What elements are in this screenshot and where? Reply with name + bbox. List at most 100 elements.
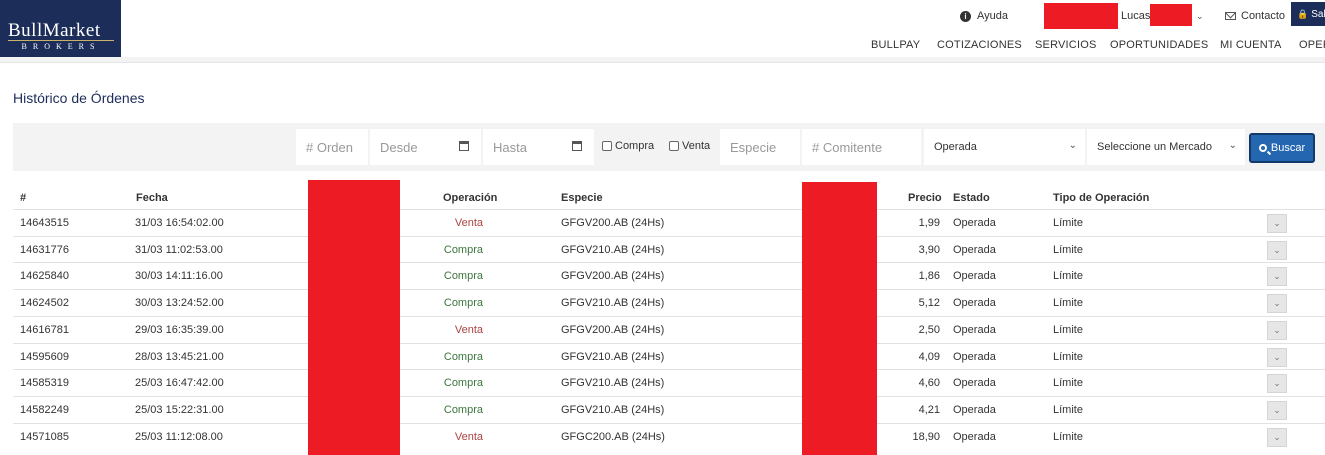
nav-bullpay[interactable]: BULLPAY: [871, 39, 920, 51]
brand-logo[interactable]: BullMarket BROKERS: [0, 0, 121, 57]
chevron-down-icon: ⌄: [1273, 298, 1281, 309]
cell-precio: 1,99: [918, 217, 940, 229]
cell-fecha: 31/03 11:02:53.00: [135, 243, 223, 256]
redacted-column: [308, 180, 400, 455]
desde-input[interactable]: Desde: [370, 129, 481, 165]
col-header-precio: Precio: [908, 192, 942, 204]
cell-especie: GFGV210.AB (24Hs): [561, 403, 665, 416]
comitente-placeholder: # Comitente: [812, 139, 883, 155]
cell-num: 14631776: [20, 243, 69, 256]
row-expand-button[interactable]: ⌄: [1267, 294, 1287, 314]
contact-link[interactable]: Contacto: [1225, 8, 1285, 24]
cell-tipo: Límite: [1053, 323, 1083, 336]
chevron-down-icon: ⌄: [1273, 324, 1281, 335]
chevron-down-icon: ⌄: [1273, 271, 1281, 282]
row-expand-button[interactable]: ⌄: [1267, 374, 1287, 394]
redacted-column: [802, 182, 877, 455]
mail-icon: [1225, 12, 1236, 20]
row-expand-button[interactable]: ⌄: [1267, 214, 1287, 233]
cell-operacion: Compra: [443, 270, 483, 283]
row-expand-button[interactable]: ⌄: [1267, 240, 1287, 260]
hasta-placeholder: Hasta: [493, 139, 527, 155]
nav-operar[interactable]: OPERAR: [1299, 39, 1325, 51]
nav-servicios[interactable]: SERVICIOS: [1035, 39, 1097, 51]
table-row[interactable]: 14582249 25/03 15:22:31.00 GFGV210.AB (24H…: [13, 395, 1325, 423]
cell-operacion: Compra: [443, 350, 483, 363]
nav-mi-cuenta[interactable]: MI CUENTA: [1220, 39, 1281, 51]
nav-oportunidades[interactable]: OPORTUNIDADES: [1110, 39, 1208, 51]
cell-tipo: Límite: [1053, 297, 1083, 310]
chevron-down-icon: ⌄: [1068, 140, 1077, 151]
cell-num: 14625840: [20, 270, 69, 283]
logout-button[interactable]: 🔒 Salir: [1291, 2, 1325, 26]
desde-placeholder: Desde: [380, 139, 418, 155]
table-row[interactable]: 14616781 29/03 16:35:39.00 GFGV200.AB (24H…: [13, 315, 1325, 343]
table-row[interactable]: 14624502 30/03 13:24:52.00 GFGV210.AB (24H…: [13, 289, 1325, 316]
venta-checkbox[interactable]: Venta: [669, 140, 710, 152]
orden-input[interactable]: # Orden: [296, 129, 368, 165]
col-header-tipo: Tipo de Operación: [1053, 192, 1150, 204]
checkbox-box[interactable]: [602, 141, 612, 151]
hasta-input[interactable]: Hasta: [483, 129, 594, 165]
table-row[interactable]: 14643515 31/03 16:54:02.00 GFGV200.AB (24H…: [13, 209, 1325, 236]
buscar-label: Buscar: [1270, 142, 1306, 154]
checkbox-box[interactable]: [669, 141, 679, 151]
cell-tipo: Límite: [1053, 403, 1083, 416]
cell-operacion: Venta: [454, 217, 483, 229]
calendar-icon[interactable]: [459, 141, 469, 151]
cell-operacion: Compra: [443, 403, 483, 416]
table-row[interactable]: 14595609 28/03 13:45:21.00 GFGV210.AB (24H…: [13, 342, 1325, 370]
cell-especie: GFGV200.AB (24Hs): [561, 217, 665, 229]
cell-estado: Operada: [953, 297, 996, 310]
contact-label: Contacto: [1241, 10, 1286, 22]
cell-estado: Operada: [953, 403, 996, 416]
user-menu[interactable]: Lucas: [1121, 8, 1150, 24]
orden-placeholder: # Orden: [306, 139, 353, 155]
cell-operacion: Venta: [454, 430, 483, 443]
cell-fecha: 25/03 16:47:42.00: [135, 377, 224, 390]
cell-estado: Operada: [953, 243, 996, 256]
nav-cotizaciones[interactable]: COTIZACIONES: [937, 39, 1022, 51]
logout-label: Salir: [1311, 8, 1325, 20]
chevron-down-icon: ⌄: [1273, 218, 1281, 228]
compra-checkbox[interactable]: Compra: [602, 140, 654, 152]
table-row[interactable]: 14625840 30/03 14:11:16.00 GFGV200.AB (24H…: [13, 262, 1325, 289]
estado-select[interactable]: Operada ⌄: [924, 129, 1085, 165]
cell-operacion: Compra: [443, 377, 483, 390]
cell-fecha: 28/03 13:45:21.00: [135, 350, 224, 363]
cell-especie: GFGV210.AB (24Hs): [561, 377, 665, 390]
cell-tipo: Límite: [1053, 350, 1083, 363]
cell-num: 14643515: [20, 217, 69, 229]
cell-especie: GFGV200.AB (24Hs): [561, 270, 665, 283]
cell-num: 14616781: [20, 323, 69, 336]
row-expand-button[interactable]: ⌄: [1267, 347, 1287, 367]
comitente-input[interactable]: # Comitente: [802, 129, 921, 165]
buscar-button[interactable]: Buscar: [1249, 133, 1315, 163]
table-row[interactable]: 14571085 25/03 11:12:08.00 GFGC200.AB (24H…: [13, 422, 1325, 450]
cell-precio: 5,12: [918, 297, 940, 310]
cell-fecha: 31/03 16:54:02.00: [135, 217, 224, 229]
row-expand-button[interactable]: ⌄: [1267, 320, 1287, 340]
chevron-down-icon: ⌄: [1273, 378, 1281, 389]
user-menu-toggle[interactable]: ⌄: [1196, 8, 1204, 24]
page-title: Histórico de Órdenes: [13, 90, 145, 106]
table-row[interactable]: 14631776 31/03 11:02:53.00 GFGV210.AB (24H…: [13, 235, 1325, 263]
cell-precio: 4,09: [918, 350, 940, 363]
help-link[interactable]: i Ayuda: [960, 8, 1008, 24]
row-expand-button[interactable]: ⌄: [1267, 427, 1287, 447]
mercado-select[interactable]: Seleccione un Mercado ⌄: [1087, 129, 1245, 165]
cell-tipo: Límite: [1053, 430, 1083, 443]
chevron-down-icon: ⌄: [1196, 10, 1204, 21]
brand-sub: BROKERS: [8, 40, 114, 51]
col-header-fecha: Fecha: [136, 192, 168, 204]
cell-tipo: Límite: [1053, 217, 1083, 229]
row-expand-button[interactable]: ⌄: [1267, 267, 1287, 287]
cell-fecha: 29/03 16:35:39.00: [135, 323, 224, 336]
table-row[interactable]: 14585319 25/03 16:47:42.00 GFGV210.AB (24H…: [13, 369, 1325, 396]
cell-num: 14571085: [20, 430, 69, 443]
cell-fecha: 25/03 11:12:08.00: [135, 430, 223, 443]
especie-input[interactable]: Especie: [720, 129, 800, 165]
row-expand-button[interactable]: ⌄: [1267, 400, 1287, 420]
calendar-icon[interactable]: [572, 141, 582, 151]
cell-num: 14582249: [20, 403, 69, 416]
